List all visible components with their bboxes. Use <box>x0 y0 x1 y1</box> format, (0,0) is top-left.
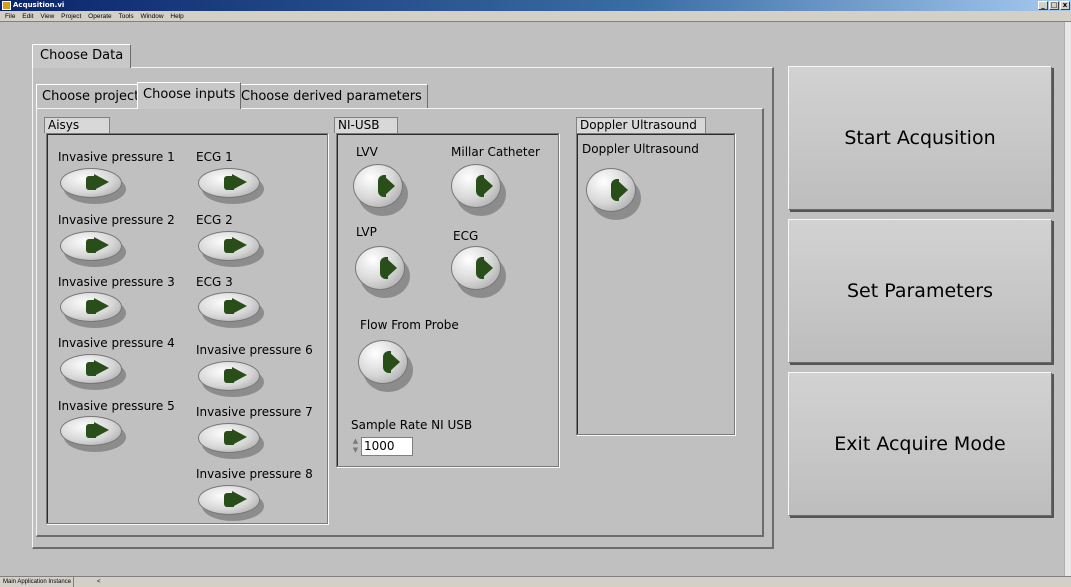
ecg-1-label: ECG 1 <box>196 150 233 164</box>
close-button[interactable]: x <box>1060 1 1070 10</box>
ecg-niusb-button[interactable] <box>451 246 507 298</box>
sample-rate-label: Sample Rate NI USB <box>351 418 473 432</box>
invasive-pressure-1-button[interactable] <box>60 168 126 204</box>
lvv-button[interactable] <box>353 164 409 216</box>
invasive-pressure-1-label: Invasive pressure 1 <box>58 150 175 164</box>
invasive-pressure-8-label: Invasive pressure 8 <box>196 467 313 481</box>
scroll-left-icon[interactable]: < <box>97 577 101 587</box>
tab-choose-derived-parameters[interactable]: Choose derived parameters <box>235 84 428 108</box>
invasive-pressure-6-label: Invasive pressure 6 <box>196 343 313 357</box>
ecg-3-label: ECG 3 <box>196 275 233 289</box>
menu-file[interactable]: File <box>5 11 15 22</box>
window-controls: _ □ x <box>1038 1 1070 10</box>
flow-from-probe-button[interactable] <box>358 340 414 392</box>
tab-choose-inputs[interactable]: Choose inputs <box>137 82 242 109</box>
invasive-pressure-4-label: Invasive pressure 4 <box>58 336 175 350</box>
menu-bar: File Edit View Project Operate Tools Win… <box>0 11 1071 22</box>
set-parameters-label: Set Parameters <box>847 280 993 302</box>
ecg-2-button[interactable] <box>198 231 264 267</box>
invasive-pressure-3-label: Invasive pressure 3 <box>58 275 175 289</box>
sample-rate-input[interactable]: 1000 <box>361 437 413 456</box>
invasive-pressure-2-button[interactable] <box>60 231 126 267</box>
doppler-ultrasound-label: Doppler Ultrasound <box>582 142 699 156</box>
invasive-pressure-6-button[interactable] <box>198 361 264 397</box>
menu-operate[interactable]: Operate <box>88 11 112 22</box>
flow-from-probe-label: Flow From Probe <box>360 318 459 332</box>
aisys-cluster-label: Aisys <box>44 117 110 133</box>
exit-acquire-mode-button[interactable]: Exit Acquire Mode <box>788 372 1052 516</box>
menu-window[interactable]: Window <box>140 11 163 22</box>
invasive-pressure-8-button[interactable] <box>198 485 264 521</box>
menu-help[interactable]: Help <box>170 11 183 22</box>
menu-edit[interactable]: Edit <box>22 11 33 22</box>
start-acquisition-label: Start Acqusition <box>844 127 996 149</box>
application-instance[interactable]: Main Application Instance <box>1 577 75 587</box>
ecg-2-label: ECG 2 <box>196 213 233 227</box>
vertical-scrollbar[interactable] <box>1064 22 1071 576</box>
millar-catheter-label: Millar Catheter <box>451 145 540 159</box>
status-bar: Main Application Instance < <box>0 576 1071 587</box>
title-bar: Acqusition.vi _ □ x <box>0 0 1071 11</box>
exit-acquire-mode-label: Exit Acquire Mode <box>834 433 1006 455</box>
menu-view[interactable]: View <box>40 11 54 22</box>
tab-choose-data[interactable]: Choose Data <box>32 44 132 68</box>
set-parameters-button[interactable]: Set Parameters <box>788 219 1052 363</box>
app-icon <box>2 1 11 10</box>
doppler-ultrasound-button[interactable] <box>586 168 642 220</box>
lvp-label: LVP <box>356 225 377 239</box>
menu-project[interactable]: Project <box>61 11 81 22</box>
invasive-pressure-3-button[interactable] <box>60 292 126 328</box>
minimize-button[interactable]: _ <box>1038 1 1048 10</box>
start-acquisition-button[interactable]: Start Acqusition <box>788 66 1052 210</box>
invasive-pressure-7-button[interactable] <box>198 423 264 459</box>
doppler-cluster-label: Doppler Ultrasound <box>576 117 706 133</box>
lvp-button[interactable] <box>355 246 411 298</box>
invasive-pressure-5-button[interactable] <box>60 416 126 452</box>
ecg-1-button[interactable] <box>198 168 264 204</box>
invasive-pressure-5-label: Invasive pressure 5 <box>58 399 175 413</box>
menu-tools[interactable]: Tools <box>118 11 133 22</box>
tab-choose-project[interactable]: Choose project <box>36 84 146 108</box>
window-title: Acqusition.vi <box>13 1 65 9</box>
ecg-niusb-label: ECG <box>453 229 479 243</box>
invasive-pressure-7-label: Invasive pressure 7 <box>196 405 313 419</box>
invasive-pressure-2-label: Invasive pressure 2 <box>58 213 175 227</box>
millar-catheter-button[interactable] <box>451 164 507 216</box>
maximize-button[interactable]: □ <box>1049 1 1059 10</box>
lvv-label: LVV <box>356 145 378 159</box>
sample-rate-stepper[interactable]: ▲ ▼ <box>351 437 360 456</box>
niusb-cluster-label: NI-USB <box>334 117 398 133</box>
ecg-3-button[interactable] <box>198 292 264 328</box>
invasive-pressure-4-button[interactable] <box>60 354 126 390</box>
